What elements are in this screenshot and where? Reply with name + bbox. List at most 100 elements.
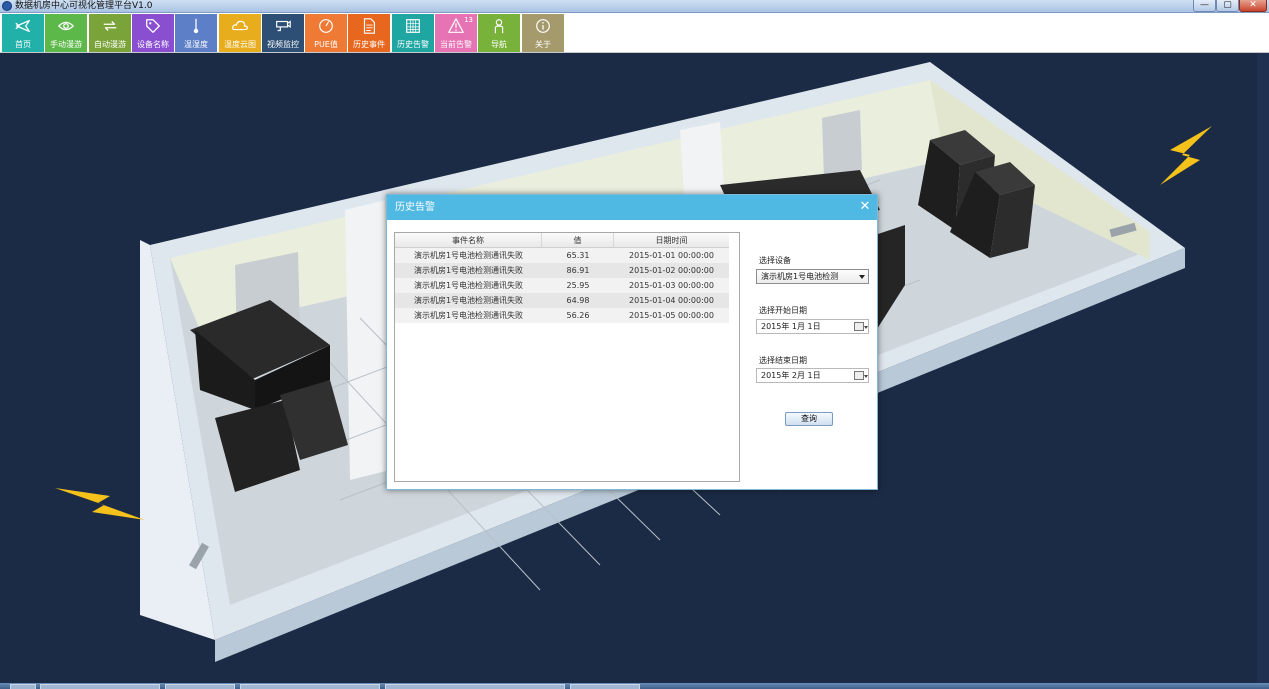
lightning-alarm-icon [1160, 126, 1212, 185]
table-row[interactable]: 演示机房1号电池检测通讯失败 56.26 2015-01-05 00:00:00 [395, 308, 729, 323]
tool-label: 当前告警 [440, 40, 472, 49]
cell-event-name: 演示机房1号电池检测通讯失败 [413, 296, 524, 305]
alarm-table: 事件名称 值 日期时间 演示机房1号电池检测通讯失败 65.31 2015-01… [394, 232, 740, 482]
minimize-button[interactable]: — [1193, 0, 1216, 12]
tool-label: 关于 [535, 40, 551, 49]
main-toolbar: 首页 手动漫游 自动漫游 设备名称 温湿度 温度云图 视频监控 PUE值 历史事… [0, 13, 1269, 53]
device-select-value: 演示机房1号电池检测 [761, 272, 839, 281]
tool-manual-roam[interactable]: 手动漫游 [45, 14, 87, 52]
thermometer-icon [193, 18, 199, 34]
cell-datetime: 2015-01-04 00:00:00 [629, 296, 714, 305]
end-date-label: 选择结束日期 [759, 356, 807, 365]
tool-temperature-humidity[interactable]: 温湿度 [175, 14, 217, 52]
start-date-picker[interactable]: 2015年 1月 1日 [756, 319, 869, 334]
taskbar-item[interactable] [40, 684, 160, 689]
airplane-icon [15, 19, 30, 33]
warning-icon [448, 18, 464, 33]
scene-scrollbar[interactable] [1257, 53, 1269, 683]
tool-label: 首页 [15, 40, 31, 49]
room-door [822, 110, 862, 178]
os-taskbar [0, 683, 1269, 689]
cell-event-name: 演示机房1号电池检测通讯失败 [413, 281, 524, 290]
cell-value: 56.26 [566, 311, 590, 320]
window-titlebar: 数据机房中心可视化管理平台V1.0 — ▢ ✕ [0, 0, 1269, 13]
tool-pue[interactable]: PUE值 [305, 14, 347, 52]
info-icon [536, 19, 550, 33]
end-date-picker[interactable]: 2015年 2月 1日 [756, 368, 869, 383]
taskbar-item[interactable] [240, 684, 380, 689]
tool-label: 温度云图 [224, 40, 256, 49]
tool-history-alarms[interactable]: 历史告警 [392, 14, 434, 52]
tool-temperature-cloud[interactable]: 温度云图 [219, 14, 261, 52]
cloud-icon [231, 20, 248, 31]
cell-event-name: 演示机房1号电池检测通讯失败 [413, 266, 524, 275]
tool-device-name[interactable]: 设备名称 [132, 14, 174, 52]
tool-navigation[interactable]: 导航 [478, 14, 520, 52]
history-alarm-dialog: 历史告警 ✕ 事件名称 值 日期时间 演示机房1号电池检测通讯失败 65.31 … [386, 194, 878, 490]
alarm-count-badge: 13 [464, 16, 473, 24]
camera-icon [276, 20, 291, 32]
tool-label: 历史事件 [353, 40, 385, 49]
cell-value: 25.95 [566, 281, 590, 290]
tool-history-events[interactable]: 历史事件 [348, 14, 390, 52]
tool-about[interactable]: 关于 [522, 14, 564, 52]
cell-value: 64.98 [566, 296, 590, 305]
dialog-header: 历史告警 ✕ [387, 195, 877, 220]
cell-datetime: 2015-01-03 00:00:00 [629, 281, 714, 290]
query-button[interactable]: 查询 [785, 412, 833, 426]
loop-arrows-icon [103, 21, 117, 31]
eye-icon [57, 21, 75, 31]
tool-video-monitor[interactable]: 视频监控 [262, 14, 304, 52]
tool-current-alarms[interactable]: 13 当前告警 [435, 14, 477, 52]
calendar-icon[interactable] [854, 322, 868, 331]
dialog-close-button[interactable]: ✕ [857, 199, 873, 215]
device-select[interactable]: 演示机房1号电池检测 [756, 269, 869, 284]
calendar-icon[interactable] [854, 371, 868, 380]
cell-event-name: 演示机房1号电池检测通讯失败 [413, 311, 524, 320]
tag-icon [146, 19, 160, 33]
tool-label: 视频监控 [267, 40, 299, 49]
gauge-icon [319, 19, 333, 33]
calendar-grid-icon [406, 19, 420, 33]
cell-value: 65.31 [566, 251, 590, 260]
column-header-value[interactable]: 值 [542, 233, 614, 248]
tool-label: 历史告警 [397, 40, 429, 49]
tool-label: PUE值 [314, 40, 338, 49]
tool-home[interactable]: 首页 [2, 14, 44, 52]
device-label: 选择设备 [759, 256, 791, 265]
end-date-value: 2015年 2月 1日 [761, 371, 821, 380]
dialog-title: 历史告警 [395, 202, 435, 213]
tool-label: 手动漫游 [50, 40, 82, 49]
start-date-value: 2015年 1月 1日 [761, 322, 821, 331]
start-date-label: 选择开始日期 [759, 306, 807, 315]
tool-label: 导航 [491, 40, 507, 49]
chevron-down-icon [859, 275, 865, 279]
tool-label: 温湿度 [184, 40, 208, 49]
person-icon [494, 19, 504, 34]
table-row[interactable]: 演示机房1号电池检测通讯失败 86.91 2015-01-02 00:00:00 [395, 263, 729, 278]
tool-label: 设备名称 [137, 40, 169, 49]
cell-datetime: 2015-01-05 00:00:00 [629, 311, 714, 320]
table-header: 事件名称 值 日期时间 [395, 233, 729, 248]
table-row[interactable]: 演示机房1号电池检测通讯失败 64.98 2015-01-04 00:00:00 [395, 293, 729, 308]
cell-value: 86.91 [566, 266, 590, 275]
window-title: 数据机房中心可视化管理平台V1.0 [15, 1, 153, 11]
tool-label: 自动漫游 [94, 40, 126, 49]
tool-auto-roam[interactable]: 自动漫游 [89, 14, 131, 52]
cell-datetime: 2015-01-02 00:00:00 [629, 266, 714, 275]
cell-event-name: 演示机房1号电池检测通讯失败 [413, 251, 524, 260]
table-row[interactable]: 演示机房1号电池检测通讯失败 65.31 2015-01-01 00:00:00 [395, 248, 729, 263]
table-row[interactable]: 演示机房1号电池检测通讯失败 25.95 2015-01-03 00:00:00 [395, 278, 729, 293]
column-header-datetime[interactable]: 日期时间 [614, 233, 729, 248]
document-icon [363, 18, 375, 34]
taskbar-item[interactable] [385, 684, 565, 689]
taskbar-start-button[interactable] [10, 684, 36, 689]
column-header-event-name[interactable]: 事件名称 [395, 233, 542, 248]
cell-datetime: 2015-01-01 00:00:00 [629, 251, 714, 260]
maximize-button[interactable]: ▢ [1216, 0, 1239, 12]
lightning-alarm-icon [55, 488, 145, 520]
app-logo-icon [2, 1, 12, 11]
taskbar-item[interactable] [165, 684, 235, 689]
taskbar-item[interactable] [570, 684, 640, 689]
window-close-button[interactable]: ✕ [1239, 0, 1267, 12]
